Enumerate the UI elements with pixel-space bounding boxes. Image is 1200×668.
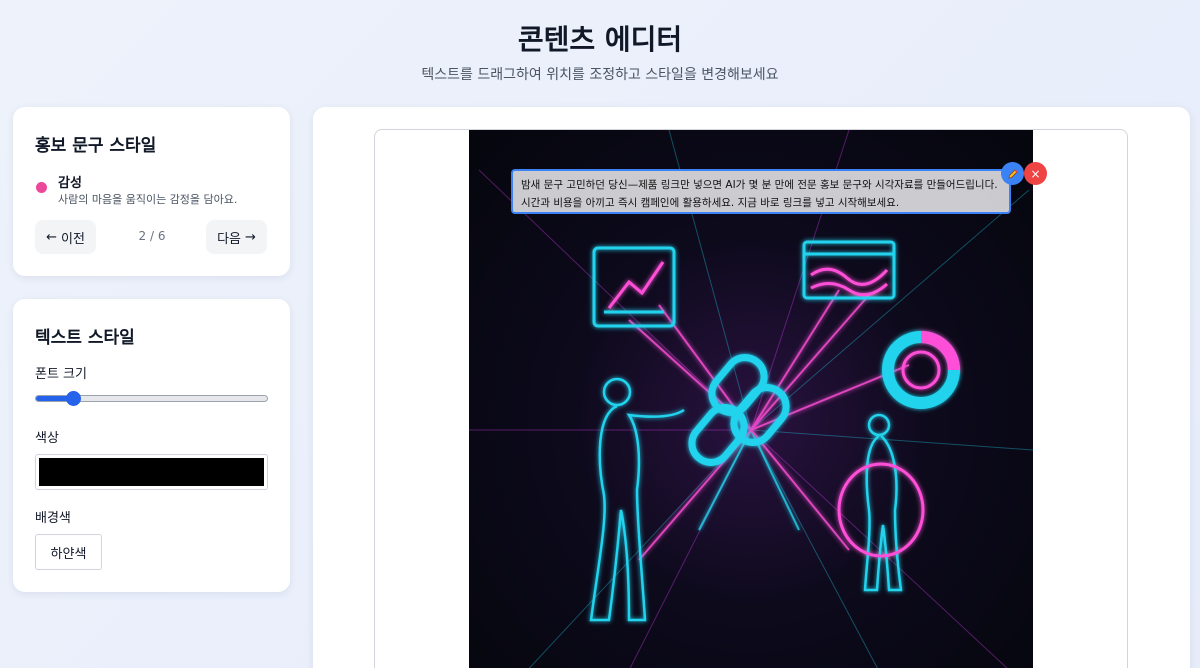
page-title: 콘텐츠 에디터	[517, 23, 683, 56]
page-indicator: 2 / 6	[138, 229, 166, 243]
text-style-panel: 텍스트 스타일 폰트 크기 색상 배경색 하얀색	[13, 299, 290, 592]
background-color-button[interactable]: 하얀색	[35, 534, 102, 570]
next-button[interactable]: 다음 →	[206, 220, 267, 254]
promo-style-heading: 홍보 문구 스타일	[35, 136, 157, 156]
text-style-heading: 텍스트 스타일	[35, 328, 135, 348]
promo-style-panel: 홍보 문구 스타일 감성 사람의 마음을 움직이는 감정을 담아요. ← 이전 …	[13, 107, 290, 276]
color-label: 색상	[35, 431, 59, 446]
style-color-dot	[36, 182, 47, 193]
draggable-text-box[interactable]: 밤새 문구 고민하던 당신—제품 링크만 넣으면 AI가 몇 분 만에 전문 홍…	[511, 169, 1011, 214]
arrow-left-icon: ←	[46, 229, 57, 245]
prev-button-label: 이전	[60, 231, 85, 247]
close-icon: ×	[1030, 166, 1041, 181]
style-name: 감성	[58, 176, 82, 191]
page-subtitle: 텍스트를 드래그하여 위치를 조정하고 스타일을 변경해보세요	[421, 67, 779, 83]
style-description: 사람의 마음을 움직이는 감정을 담아요.	[58, 193, 238, 206]
font-size-slider[interactable]	[35, 391, 268, 406]
color-swatch	[39, 458, 264, 486]
slider-thumb[interactable]	[65, 391, 81, 406]
text-box-line-1: 밤새 문구 고민하던 당신—제품 링크만 넣으면 AI가 몇 분 만에 전문 홍…	[521, 179, 998, 191]
edit-text-button[interactable]	[1001, 162, 1024, 185]
color-picker[interactable]	[35, 454, 268, 490]
arrow-right-icon: →	[245, 229, 256, 245]
text-box-line-2: 시간과 비용을 아끼고 즉시 캠페인에 활용하세요. 지금 바로 링크를 넣고 …	[521, 197, 900, 209]
pencil-icon	[1007, 168, 1018, 179]
background-color-label: 배경색	[35, 511, 71, 526]
font-size-label: 폰트 크기	[35, 367, 87, 382]
delete-text-button[interactable]: ×	[1024, 162, 1047, 185]
next-button-label: 다음	[217, 231, 241, 247]
prev-button[interactable]: ← 이전	[35, 220, 96, 254]
